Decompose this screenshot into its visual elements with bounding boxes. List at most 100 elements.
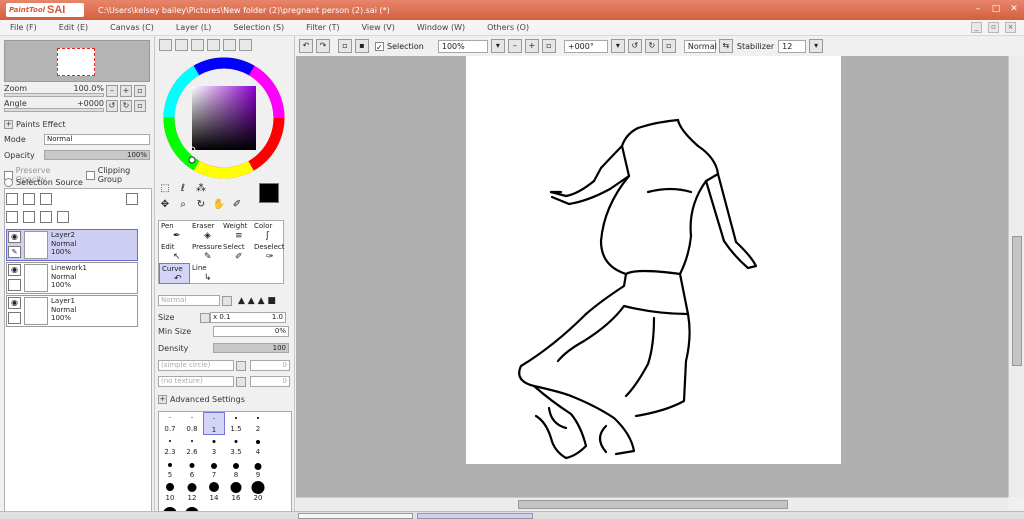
size-mult-button[interactable] — [200, 312, 210, 323]
pen-icon[interactable]: ✎ — [8, 246, 21, 258]
zoom-dropdown-button[interactable]: ▾ — [490, 39, 505, 53]
pen-size-cell[interactable]: 16 — [225, 481, 247, 504]
pen-size-cell[interactable] — [269, 412, 291, 435]
navigator-preview[interactable] — [4, 40, 150, 82]
rotation-dropdown-button[interactable]: ▾ — [610, 39, 625, 53]
brush-line[interactable]: Line ↳ — [190, 263, 221, 284]
layer-row-layer1[interactable]: ◉ Layer1 Normal 100% — [6, 295, 138, 327]
pen-size-cell[interactable]: 1 — [203, 412, 225, 435]
flip-button[interactable]: ⇆ — [718, 39, 733, 53]
document-tab-active[interactable] — [417, 513, 533, 519]
menu-layer[interactable]: Layer (L) — [176, 23, 212, 32]
doc-minimize-button[interactable]: _ — [971, 22, 982, 33]
advanced-row[interactable]: + Advanced Settings — [158, 395, 245, 404]
move-icon[interactable]: ✥ — [158, 198, 172, 212]
menu-canvas[interactable]: Canvas (C) — [110, 23, 154, 32]
layer-row-linework1[interactable]: ◉ Linework1 Normal 100% — [6, 262, 138, 294]
pen-size-cell[interactable]: 2.6 — [181, 435, 203, 458]
brush-select[interactable]: Select ✐ — [221, 242, 252, 263]
vertical-scroll-thumb[interactable] — [1012, 236, 1022, 366]
brush-shape-icons[interactable]: ▲ ▲ ▲ ■ — [238, 296, 276, 306]
density-slider[interactable]: 100 — [213, 343, 289, 353]
brush-deselect[interactable]: Deselect ✑ — [252, 242, 285, 263]
mode-select[interactable]: Normal — [44, 134, 150, 145]
deselect-button[interactable]: ▫ — [338, 39, 352, 53]
shape-amount[interactable]: 0 — [250, 360, 290, 371]
pen-size-cell[interactable]: 10 — [159, 481, 181, 504]
pen-size-cell[interactable]: 8 — [225, 458, 247, 481]
lock-icon[interactable] — [8, 279, 21, 291]
layer-mask-icon[interactable] — [126, 193, 138, 205]
blend-dropdown-button[interactable] — [222, 295, 232, 306]
lock-icon[interactable] — [8, 312, 21, 324]
merge-down-icon[interactable] — [23, 211, 35, 223]
zoom-fit-button[interactable]: ▫ — [541, 39, 556, 53]
zoom-out-button[interactable]: – — [106, 84, 118, 97]
maximize-button[interactable]: □ — [990, 3, 1002, 15]
zoom-reset-button[interactable]: ▫ — [134, 84, 146, 97]
document-tab[interactable] — [298, 513, 413, 519]
color-wheel-tab[interactable] — [159, 39, 172, 51]
rotate-left-button[interactable]: ↺ — [106, 99, 118, 112]
zoom-icon[interactable]: ⌕ — [176, 198, 190, 212]
hand-icon[interactable]: ✋ — [212, 198, 226, 212]
doc-restore-button[interactable]: ▫ — [988, 22, 999, 33]
expand-icon[interactable]: + — [158, 395, 167, 404]
menu-filter[interactable]: Filter (T) — [306, 23, 339, 32]
expand-icon[interactable]: + — [4, 120, 13, 129]
pen-size-cell[interactable]: 3 — [203, 435, 225, 458]
rotate-icon[interactable]: ↻ — [194, 198, 208, 212]
zoom-minus-button[interactable]: – — [507, 39, 522, 53]
clear-layer-icon[interactable] — [40, 211, 52, 223]
pen-size-cell[interactable]: 20 — [247, 481, 269, 504]
selection-source-radio[interactable] — [4, 178, 13, 187]
delete-layer-icon[interactable] — [57, 211, 69, 223]
brush-empty[interactable] — [252, 263, 283, 284]
pen-size-cell[interactable]: 0.8 — [181, 412, 203, 435]
pen-size-cell[interactable]: 0.7 — [159, 412, 181, 435]
new-linework-icon[interactable] — [23, 193, 35, 205]
new-layer-icon[interactable] — [6, 193, 18, 205]
foreground-color-swatch[interactable] — [259, 183, 279, 203]
scratchpad-tab[interactable] — [239, 39, 252, 51]
horizontal-scrollbar[interactable] — [296, 497, 1008, 511]
menu-edit[interactable]: Edit (E) — [59, 23, 88, 32]
brush-color[interactable]: Color ʃ — [252, 221, 283, 242]
menu-window[interactable]: Window (W) — [417, 23, 465, 32]
rgb-slider-tab[interactable] — [175, 39, 188, 51]
pen-size-cell[interactable] — [269, 458, 291, 481]
texture-amount[interactable]: 0 — [250, 376, 290, 387]
canvas-document[interactable] — [466, 56, 841, 464]
pen-size-cell[interactable]: 12 — [181, 481, 203, 504]
eye-icon[interactable]: ◉ — [8, 264, 21, 276]
layer-row-layer2[interactable]: ◉ ✎ Layer2 Normal 100% — [6, 229, 138, 261]
stabilizer-field[interactable]: 12 — [778, 39, 807, 53]
minimize-button[interactable]: – — [972, 3, 984, 15]
redo-button[interactable]: ↷ — [316, 39, 330, 53]
eyedropper-icon[interactable]: ✐ — [230, 198, 244, 212]
zoom-slider[interactable] — [4, 93, 104, 97]
rotate-ccw-button[interactable]: ↺ — [627, 39, 642, 53]
shape-dropdown-button[interactable] — [236, 360, 246, 371]
pen-size-cell[interactable]: 1.5 — [225, 412, 247, 435]
menu-view[interactable]: View (V) — [362, 23, 395, 32]
blend-select[interactable]: Normal — [158, 295, 220, 306]
texture-select[interactable]: (no texture) — [158, 376, 234, 387]
eye-icon[interactable]: ◉ — [8, 231, 21, 243]
rotation-field[interactable]: +000° — [563, 39, 608, 53]
texture-dropdown-button[interactable] — [236, 376, 246, 387]
horizontal-scroll-thumb[interactable] — [518, 500, 788, 509]
zoom-plus-button[interactable]: + — [524, 39, 539, 53]
pen-size-cell[interactable] — [269, 435, 291, 458]
rotate-right-button[interactable]: ↻ — [120, 99, 132, 112]
pen-size-cell[interactable]: 4 — [247, 435, 269, 458]
pen-size-cell[interactable]: 7 — [203, 458, 225, 481]
blend-field[interactable]: Normal — [683, 39, 717, 53]
rotate-cw-button[interactable]: ↻ — [644, 39, 659, 53]
invert-button[interactable]: ▪ — [355, 39, 369, 53]
menu-file[interactable]: File (F) — [10, 23, 37, 32]
hsv-slider-tab[interactable] — [191, 39, 204, 51]
brush-pen[interactable]: Pen ✒ — [159, 221, 190, 242]
selection-checkbox[interactable]: ✓ — [375, 41, 384, 52]
rect-select-icon[interactable]: ⬚ — [158, 182, 172, 196]
